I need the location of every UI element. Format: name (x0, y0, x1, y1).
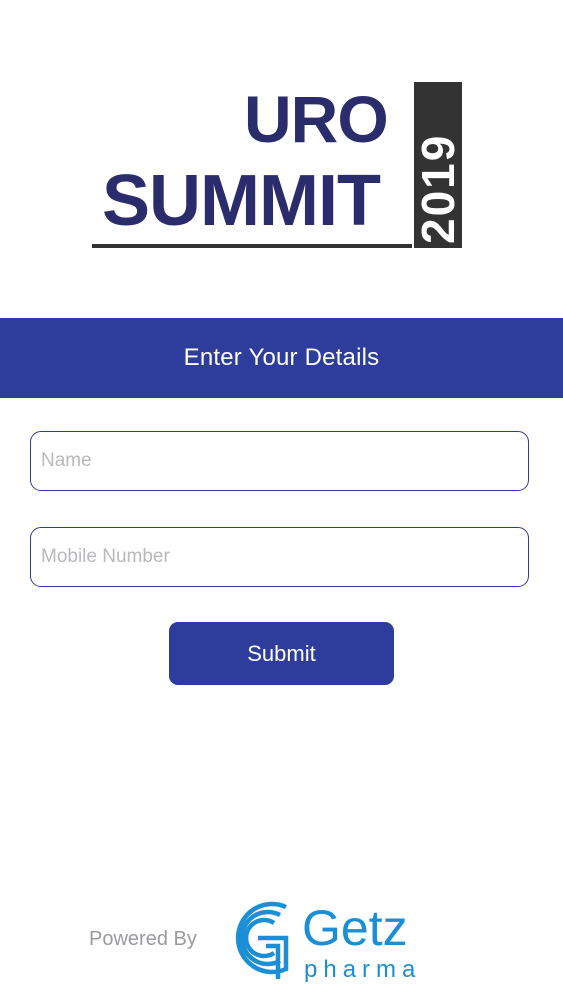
getz-brand-sub: pharma (304, 956, 421, 983)
powered-by-label: Powered By (89, 928, 197, 950)
getz-brand-name: Getz (302, 900, 408, 956)
logo-uro-text: URO (244, 82, 388, 156)
logo-summit-text: SUMMIT (102, 161, 381, 241)
mobile-number-input[interactable] (30, 527, 529, 587)
logo-year-text: 2019 (412, 134, 464, 244)
uro-summit-logo: URO SUMMIT 2019 (92, 82, 464, 248)
name-input[interactable] (30, 431, 529, 491)
submit-button[interactable]: Submit (169, 622, 394, 685)
logo-underline (92, 244, 412, 248)
getz-g-icon (235, 901, 289, 979)
header-title: Enter Your Details (183, 344, 380, 371)
details-header-bar: Enter Your Details (0, 318, 563, 398)
getz-pharma-logo: Getz pharma (235, 900, 421, 983)
